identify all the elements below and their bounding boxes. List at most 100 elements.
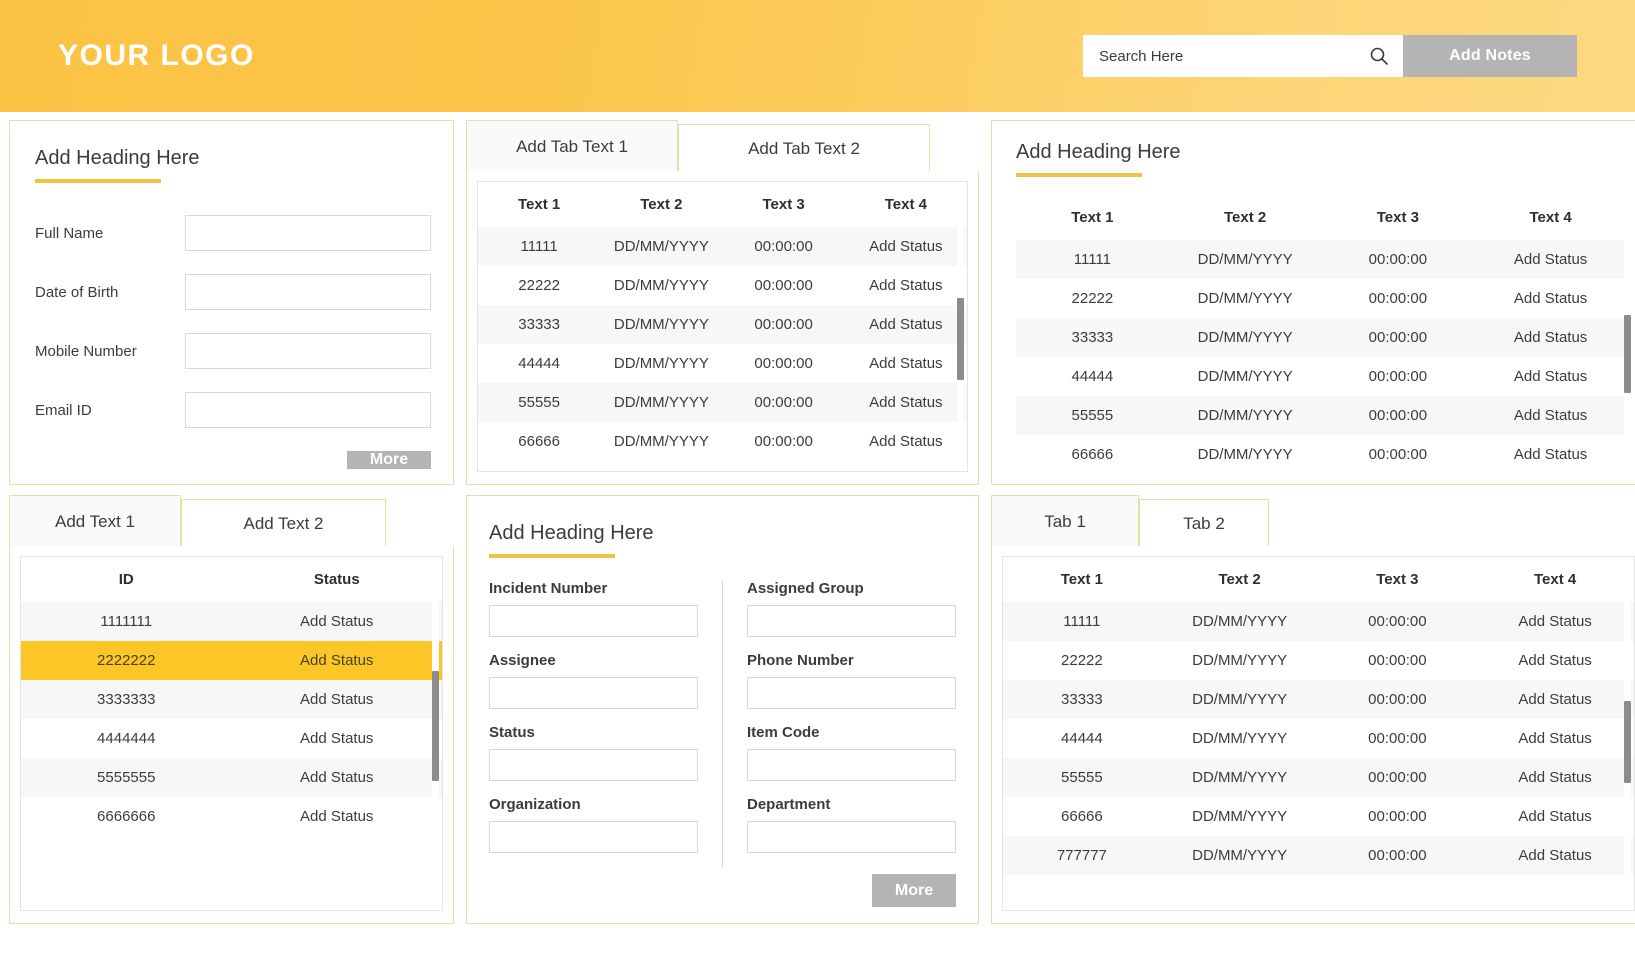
cell-text2: DD/MM/YYYY (600, 305, 722, 344)
tab-strip: Tab 1 Tab 2 (991, 495, 1635, 547)
profile-fields: Full Name Date of Birth Mobile Number Em… (35, 215, 431, 451)
bottom-right-tab-body: Text 1 Text 2 Text 3 Text 4 11111 DD/MM/… (991, 546, 1635, 925)
table-row[interactable]: 33333 DD/MM/YYYY 00:00:00 Add Status (478, 305, 967, 344)
cell-text2: DD/MM/YYYY (600, 422, 722, 461)
cell-text2: DD/MM/YYYY (1161, 602, 1319, 641)
cell-text4: Add Status (845, 227, 967, 266)
cell-status: Add Status (232, 719, 443, 758)
table-header-row: ID Status (21, 557, 442, 602)
cell-text4: Add Status (1476, 719, 1634, 758)
table-row[interactable]: 11111 DD/MM/YYYY 00:00:00 Add Status (1016, 240, 1627, 279)
table-row[interactable]: 55555 DD/MM/YYYY 00:00:00 Add Status (1003, 758, 1634, 797)
cell-status: Add Status (232, 602, 443, 641)
bottom-left-table-wrap: ID Status 1111111 Add Status 2222222 Add… (20, 556, 443, 912)
cell-text1: 44444 (1003, 719, 1161, 758)
center-top-scrollbar[interactable] (957, 186, 964, 468)
item-code-field: Item Code (747, 724, 956, 781)
organization-label: Organization (489, 796, 698, 813)
profile-more-button[interactable]: More (347, 451, 431, 469)
scrollbar-thumb[interactable] (432, 671, 439, 781)
table-row[interactable]: 3333333 Add Status (21, 680, 442, 719)
incident-footer: More (489, 874, 956, 907)
tab-add-text-2[interactable]: Add Text 2 (181, 499, 386, 547)
table-row[interactable]: 22222 DD/MM/YYYY 00:00:00 Add Status (1016, 279, 1627, 318)
tab-strip-filler (1269, 499, 1635, 547)
tab-2[interactable]: Tab 2 (1139, 499, 1269, 547)
bottom-right-scrollbar[interactable] (1624, 561, 1631, 907)
cell-text3: 00:00:00 (1322, 279, 1475, 318)
right-top-table: Text 1 Text 2 Text 3 Text 4 11111 DD/MM/… (1016, 195, 1627, 474)
assigned-group-input[interactable] (747, 605, 956, 637)
email-id-input[interactable] (185, 392, 431, 428)
cell-id: 5555555 (21, 758, 232, 797)
tab-label: Tab 2 (1183, 514, 1225, 534)
table-row[interactable]: 4444444 Add Status (21, 719, 442, 758)
table-row-selected[interactable]: 2222222 Add Status (21, 641, 442, 680)
search-icon[interactable] (1369, 46, 1389, 66)
item-code-label: Item Code (747, 724, 956, 741)
column-header: Text 2 (1169, 195, 1322, 240)
cell-text2: DD/MM/YYYY (600, 227, 722, 266)
incident-right-column: Assigned Group Phone Number Item Code De… (723, 580, 956, 868)
table-row[interactable]: 44444 DD/MM/YYYY 00:00:00 Add Status (1016, 357, 1627, 396)
cell-text2: DD/MM/YYYY (1169, 357, 1322, 396)
tab-1[interactable]: Tab 1 (991, 495, 1139, 547)
table-row[interactable]: 33333 DD/MM/YYYY 00:00:00 Add Status (1016, 318, 1627, 357)
cell-text4: Add Status (845, 266, 967, 305)
tab-add-tab-text-2[interactable]: Add Tab Text 2 (678, 124, 930, 172)
table-row[interactable]: 55555 DD/MM/YYYY 00:00:00 Add Status (478, 383, 967, 422)
header-actions: Add Notes (1083, 35, 1577, 77)
table-row[interactable]: 22222 DD/MM/YYYY 00:00:00 Add Status (478, 266, 967, 305)
cell-text1: 11111 (478, 227, 600, 266)
phone-number-input[interactable] (747, 677, 956, 709)
form-row: Email ID (35, 392, 431, 428)
add-notes-button[interactable]: Add Notes (1403, 35, 1577, 77)
status-input[interactable] (489, 749, 698, 781)
search-input[interactable] (1099, 48, 1369, 65)
cell-text3: 00:00:00 (1322, 240, 1475, 279)
table-row[interactable]: 66666 DD/MM/YYYY 00:00:00 Add Status (1003, 797, 1634, 836)
table-row[interactable]: 11111 DD/MM/YYYY 00:00:00 Add Status (1003, 602, 1634, 641)
cell-text1: 44444 (1016, 357, 1169, 396)
right-top-scrollbar[interactable] (1624, 195, 1631, 474)
table-row[interactable]: 44444 DD/MM/YYYY 00:00:00 Add Status (478, 344, 967, 383)
table-row[interactable]: 55555 DD/MM/YYYY 00:00:00 Add Status (1016, 396, 1627, 435)
scrollbar-thumb[interactable] (1624, 315, 1631, 393)
organization-input[interactable] (489, 821, 698, 853)
tab-label: Add Tab Text 1 (516, 137, 628, 157)
table-row[interactable]: 11111 DD/MM/YYYY 00:00:00 Add Status (478, 227, 967, 266)
assignee-input[interactable] (489, 677, 698, 709)
table-row[interactable]: 5555555 Add Status (21, 758, 442, 797)
table-row[interactable]: 44444 DD/MM/YYYY 00:00:00 Add Status (1003, 719, 1634, 758)
scrollbar-thumb[interactable] (957, 298, 964, 380)
full-name-input[interactable] (185, 215, 431, 251)
cell-text2: DD/MM/YYYY (600, 383, 722, 422)
scrollbar-thumb[interactable] (1624, 701, 1631, 783)
search-box[interactable] (1083, 35, 1403, 77)
table-row[interactable]: 1111111 Add Status (21, 602, 442, 641)
date-of-birth-input[interactable] (185, 274, 431, 310)
table-row[interactable]: 66666 DD/MM/YYYY 00:00:00 Add Status (1016, 435, 1627, 474)
form-row: Full Name (35, 215, 431, 251)
item-code-input[interactable] (747, 749, 956, 781)
tab-add-text-1[interactable]: Add Text 1 (9, 495, 181, 547)
table-row[interactable]: 33333 DD/MM/YYYY 00:00:00 Add Status (1003, 680, 1634, 719)
mobile-number-label: Mobile Number (35, 343, 185, 360)
column-header: Text 2 (600, 182, 722, 227)
organization-field: Organization (489, 796, 698, 853)
tab-add-tab-text-1[interactable]: Add Tab Text 1 (466, 120, 678, 172)
incident-more-button[interactable]: More (872, 874, 956, 907)
mobile-number-input[interactable] (185, 333, 431, 369)
department-input[interactable] (747, 821, 956, 853)
table-row[interactable]: 6666666 Add Status (21, 797, 442, 836)
app-header: YOUR LOGO Add Notes (0, 0, 1635, 112)
cell-text2: DD/MM/YYYY (1169, 318, 1322, 357)
table-row[interactable]: 22222 DD/MM/YYYY 00:00:00 Add Status (1003, 641, 1634, 680)
incident-number-input[interactable] (489, 605, 698, 637)
table-row[interactable]: 66666 DD/MM/YYYY 00:00:00 Add Status (478, 422, 967, 461)
column-header: Text 3 (1322, 195, 1475, 240)
center-top-tabbed-panel: Add Tab Text 1 Add Tab Text 2 Text 1 Tex… (466, 120, 979, 485)
table-row[interactable]: 777777 DD/MM/YYYY 00:00:00 Add Status (1003, 836, 1634, 875)
cell-text1: 33333 (478, 305, 600, 344)
bottom-left-scrollbar[interactable] (432, 561, 439, 907)
